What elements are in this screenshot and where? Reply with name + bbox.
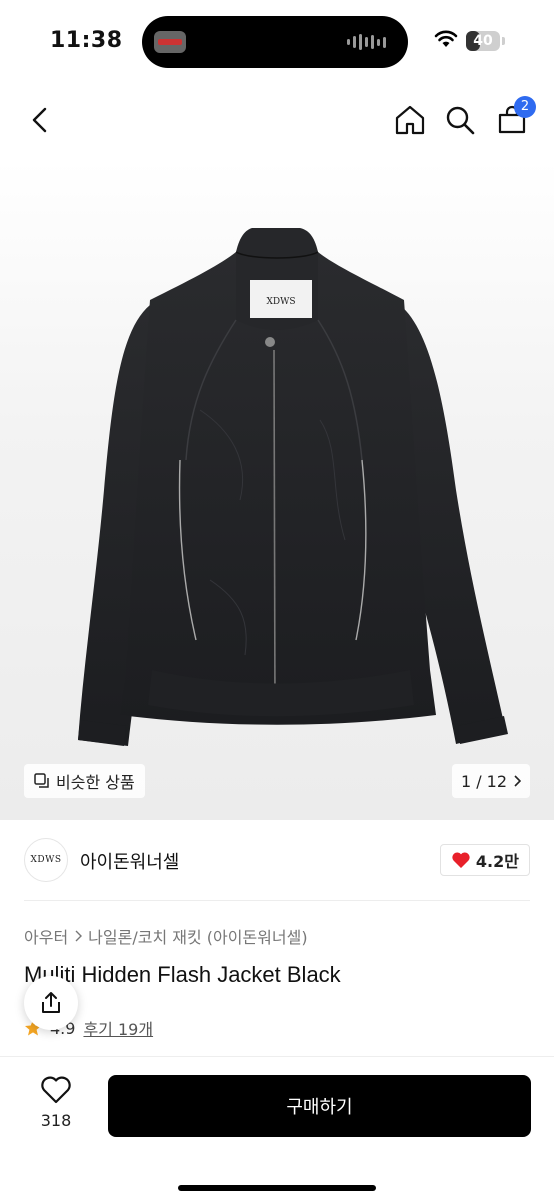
breadcrumb: 아우터 나일론/코치 재킷 (아이돈워너셀)	[24, 924, 308, 948]
share-button[interactable]	[24, 976, 78, 1030]
brand-row[interactable]: XDWS 아이돈워너셀 4.2만	[24, 836, 530, 884]
battery-indicator: 40	[466, 31, 500, 51]
similar-products-label: 비슷한 상품	[56, 773, 135, 792]
similar-icon	[34, 773, 49, 788]
brand-name[interactable]: 아이돈워너셀	[80, 848, 179, 874]
home-button[interactable]	[388, 98, 432, 142]
battery-level: 40	[473, 33, 493, 49]
search-icon	[446, 106, 475, 135]
similar-products-button[interactable]: 비슷한 상품	[24, 764, 145, 798]
top-nav: 2	[0, 84, 554, 160]
product-image[interactable]: XDWS 비슷한 상품 1 / 12	[0, 160, 554, 820]
status-time: 11:38	[50, 28, 123, 53]
home-indicator	[178, 1185, 376, 1191]
divider	[24, 900, 530, 901]
jacket-label: XDWS	[266, 297, 295, 307]
brand-like-button[interactable]: 4.2만	[439, 844, 530, 876]
jacket-image: XDWS	[78, 228, 508, 746]
status-bar: 11:38 40	[0, 0, 554, 84]
home-icon	[395, 105, 425, 135]
brand-logo[interactable]: XDWS	[24, 838, 68, 882]
brand-like-count: 4.2만	[475, 852, 519, 871]
audio-wave-icon	[347, 34, 386, 50]
now-playing-thumbnail	[154, 31, 186, 53]
image-pager-text: 1 / 12	[460, 771, 508, 791]
back-icon	[32, 107, 47, 133]
wishlist-button[interactable]: 318	[24, 1075, 88, 1130]
bottom-bar: 318 구매하기	[0, 1056, 554, 1200]
breadcrumb-subcategory[interactable]: 나일론/코치 재킷 (아이돈워너셀)	[88, 924, 307, 948]
product-title: Muliti Hidden Flash Jacket Black	[24, 962, 341, 987]
reviews-link[interactable]: 후기 19개	[83, 1016, 153, 1040]
battery-cap	[502, 37, 505, 45]
wifi-icon	[434, 30, 458, 47]
cart-count-badge: 2	[514, 96, 536, 118]
cart-button[interactable]: 2	[490, 96, 536, 142]
back-button[interactable]	[18, 98, 62, 142]
dynamic-island	[142, 16, 408, 68]
chevron-right-icon	[514, 775, 522, 787]
image-pager[interactable]: 1 / 12	[452, 764, 530, 798]
search-button[interactable]	[438, 98, 482, 142]
buy-button[interactable]: 구매하기	[108, 1075, 531, 1137]
heart-outline-icon	[41, 1076, 71, 1104]
heart-icon	[452, 852, 470, 868]
chevron-right-icon	[75, 930, 83, 942]
breadcrumb-category[interactable]: 아우터	[24, 924, 68, 948]
share-icon	[42, 992, 60, 1013]
wishlist-count: 318	[40, 1111, 72, 1130]
